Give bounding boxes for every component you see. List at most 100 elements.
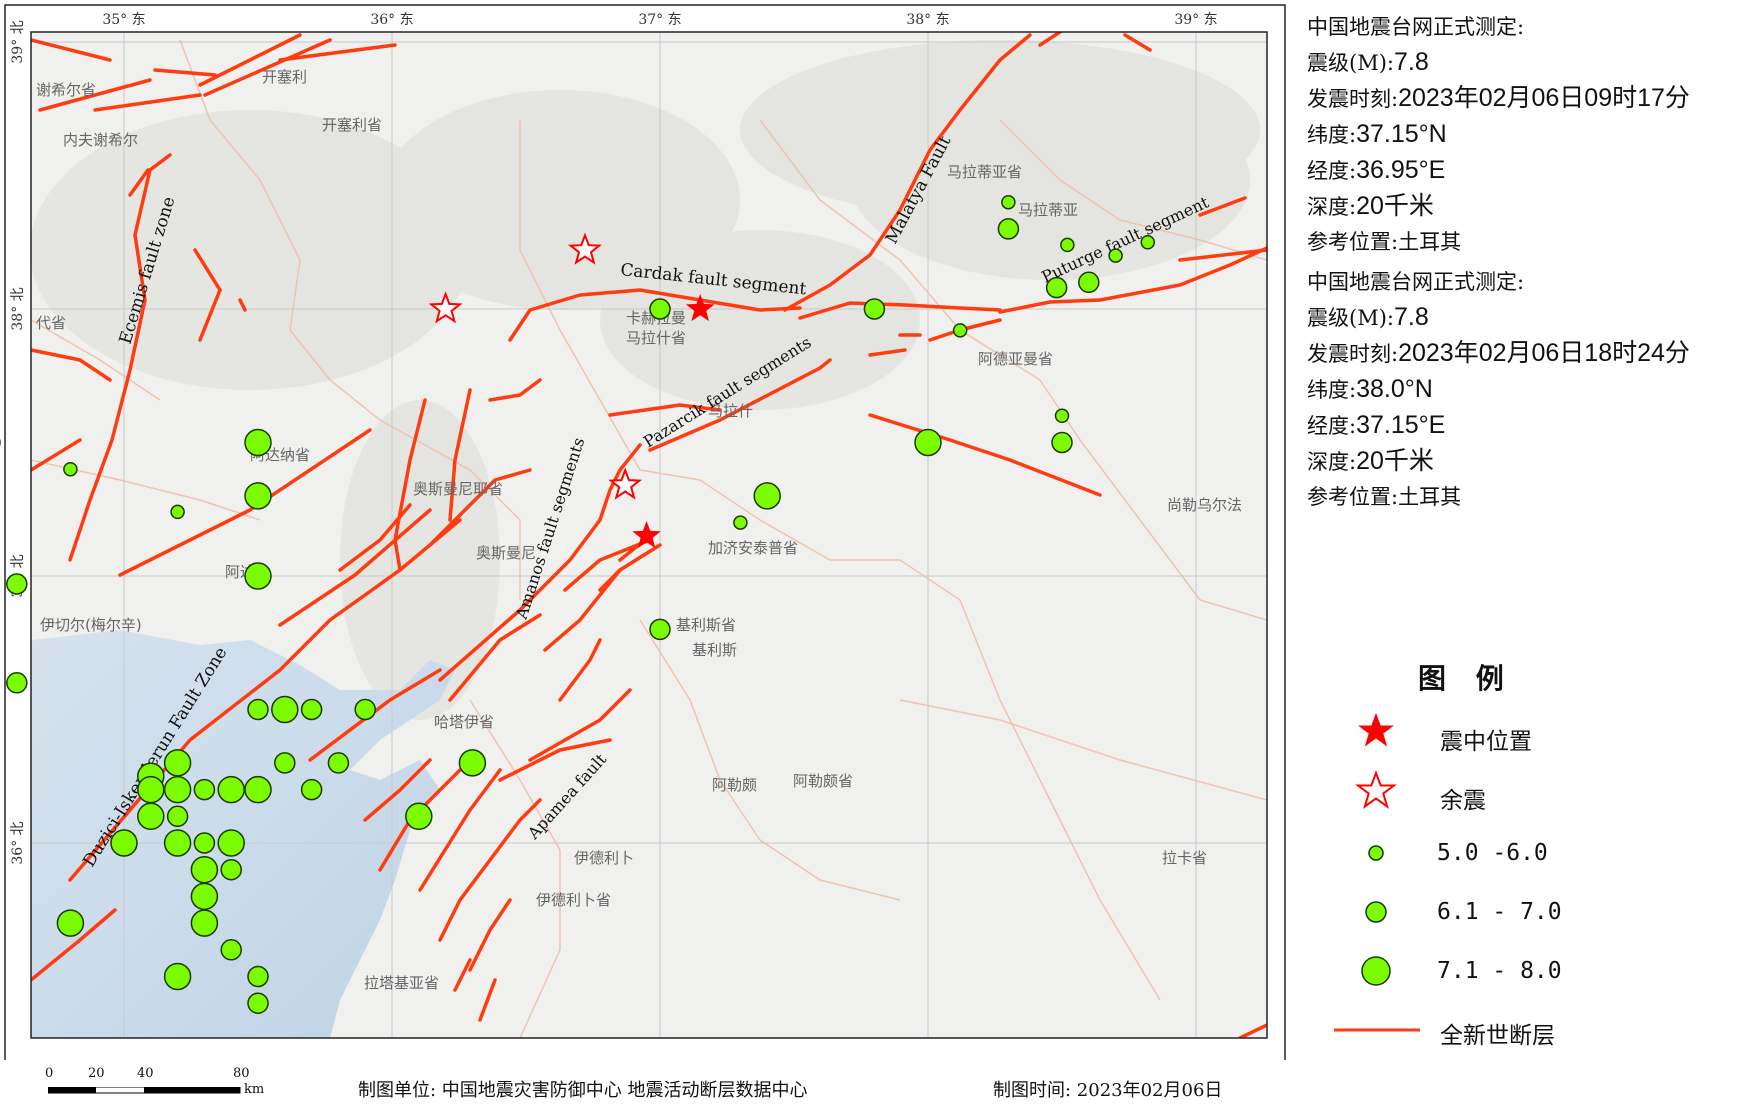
medium-quake-circle-icon xyxy=(1365,901,1387,923)
longitude-label: 38° 东 xyxy=(906,12,949,28)
legend-label-epicenter: 震中位置 xyxy=(1440,729,1532,755)
place-label: 尚勒乌尔法 xyxy=(1167,496,1242,514)
place-label: 拉卡省 xyxy=(1162,849,1207,867)
place-label: 哈塔伊省 xyxy=(434,713,494,731)
quake-circle xyxy=(163,749,192,777)
place-label: 开塞利 xyxy=(262,68,307,86)
legend-label-mag-medium: 6.1 - 7.0 xyxy=(1437,899,1562,925)
info-block-first-quake: 中国地震台网正式测定: 震级(M):7.8 发震时刻:2023年02月06日09… xyxy=(1307,10,1690,260)
latitude-label: 36° 北 xyxy=(10,821,26,864)
info-row-location: 参考位置:土耳其 xyxy=(1307,480,1690,515)
place-label: 伊德利卜省 xyxy=(536,891,611,909)
quake-circle xyxy=(190,855,219,884)
quake-circle xyxy=(997,218,1020,240)
place-label: 奥斯曼尼耶省 xyxy=(413,480,503,498)
quake-circle xyxy=(220,939,242,961)
info-label: 深度: xyxy=(1307,450,1357,474)
quake-circle xyxy=(300,698,323,721)
quake-circle xyxy=(56,909,85,937)
quake-circle xyxy=(193,778,216,801)
scale-bar xyxy=(48,1087,241,1094)
quake-circle xyxy=(1140,235,1156,250)
quake-circle xyxy=(458,749,487,777)
footer-date: 制图时间: 2023年02月06日 xyxy=(993,1080,1223,1101)
earthquake-map: 35° 东36° 东37° 东38° 东39° 东39° 北38° 北37° 北… xyxy=(0,4,1286,1060)
place-label: 马拉什省 xyxy=(626,329,686,347)
info-label: 震级(M): xyxy=(1307,51,1394,75)
quake-circle xyxy=(271,695,299,724)
quake-circle xyxy=(217,829,245,857)
footer-producer: 制图单位: 中国地震灾害防御中心 地震活动断层数据中心 xyxy=(358,1080,808,1101)
quake-circle xyxy=(163,962,192,991)
info-label: 参考位置: xyxy=(1307,230,1399,254)
info-row-longitude: 经度:37.15°E xyxy=(1307,408,1690,444)
longitude-label: 39° 东 xyxy=(1174,12,1217,28)
epicenter-star-icon xyxy=(1358,713,1394,747)
quake-circle xyxy=(247,965,269,988)
quake-circle xyxy=(914,428,942,457)
info-row-magnitude: 震级(M):7.8 xyxy=(1307,45,1690,81)
longitude-label: 35° 东 xyxy=(102,12,145,28)
place-label: 代省 xyxy=(36,314,66,332)
longitude-label: 36° 东 xyxy=(370,12,413,28)
info-label: 参考位置: xyxy=(1307,485,1399,509)
info-label: 纬度: xyxy=(1307,123,1357,147)
place-label: 内夫谢希尔 xyxy=(63,131,138,149)
quake-circle xyxy=(1054,408,1070,424)
quake-circle xyxy=(405,802,433,831)
quake-circle xyxy=(649,298,671,320)
quake-circle xyxy=(170,504,185,520)
place-label: 阿德亚曼省 xyxy=(978,350,1053,368)
place-label: 基利斯 xyxy=(692,641,737,659)
place-label: 拉塔基亚省 xyxy=(364,974,439,992)
info-value: 2023年02月06日18时24分 xyxy=(1398,339,1690,367)
scale-tick-40: 40 xyxy=(137,1066,154,1081)
quake-circle xyxy=(863,298,886,320)
quake-circle xyxy=(649,618,671,641)
place-label: 奥斯曼尼 xyxy=(476,544,536,562)
info-row-time: 发震时刻:2023年02月06日09时17分 xyxy=(1307,81,1690,117)
quake-circle xyxy=(244,482,272,510)
info-row-latitude: 纬度:37.15°N xyxy=(1307,117,1690,153)
legend-label-mag-small: 5.0 -6.0 xyxy=(1437,840,1548,866)
quake-circle xyxy=(300,778,323,801)
info-label: 纬度: xyxy=(1307,378,1357,402)
info-label: 发震时刻: xyxy=(1307,87,1399,111)
place-label: 开塞利省 xyxy=(322,116,382,134)
quake-circle xyxy=(354,698,376,721)
info-value: 20千米 xyxy=(1356,447,1434,475)
quake-circle xyxy=(244,775,272,804)
quake-circle xyxy=(1108,248,1123,263)
quake-circle xyxy=(163,775,192,804)
info-heading: 中国地震台网正式测定: xyxy=(1307,270,1525,294)
info-value: 36.95°E xyxy=(1356,156,1446,184)
quake-circle xyxy=(6,672,28,694)
quake-circle xyxy=(1060,237,1075,253)
quake-circle xyxy=(163,829,192,857)
large-quake-circle-icon xyxy=(1361,956,1391,986)
info-value: 7.8 xyxy=(1393,48,1429,76)
info-label: 经度: xyxy=(1307,159,1357,183)
info-row-time: 发震时刻:2023年02月06日18时24分 xyxy=(1307,336,1690,372)
quake-circle xyxy=(190,909,219,937)
quake-circle xyxy=(6,573,28,595)
info-label: 深度: xyxy=(1307,195,1357,219)
quake-circle xyxy=(1078,271,1100,294)
info-row-depth: 深度:20千米 xyxy=(1307,189,1690,225)
quake-circle xyxy=(1001,194,1016,210)
legend-label-mag-large: 7.1 - 8.0 xyxy=(1437,958,1562,984)
info-heading: 中国地震台网正式测定: xyxy=(1307,15,1525,39)
quake-circle xyxy=(110,829,138,857)
quake-circle xyxy=(137,775,165,804)
place-label: 马拉蒂亚省 xyxy=(947,163,1022,181)
quake-circle xyxy=(190,882,219,911)
info-label: 经度: xyxy=(1307,414,1357,438)
scale-tick-80: 80 xyxy=(233,1066,250,1081)
place-label: 基利斯省 xyxy=(676,616,736,634)
quake-circle xyxy=(244,562,272,590)
info-label: 震级(M): xyxy=(1307,306,1394,330)
aftershock-star-icon xyxy=(1354,770,1398,810)
info-value: 38.0°N xyxy=(1356,375,1433,403)
info-row-longitude: 经度:36.95°E xyxy=(1307,153,1690,189)
quake-circle xyxy=(753,482,781,510)
